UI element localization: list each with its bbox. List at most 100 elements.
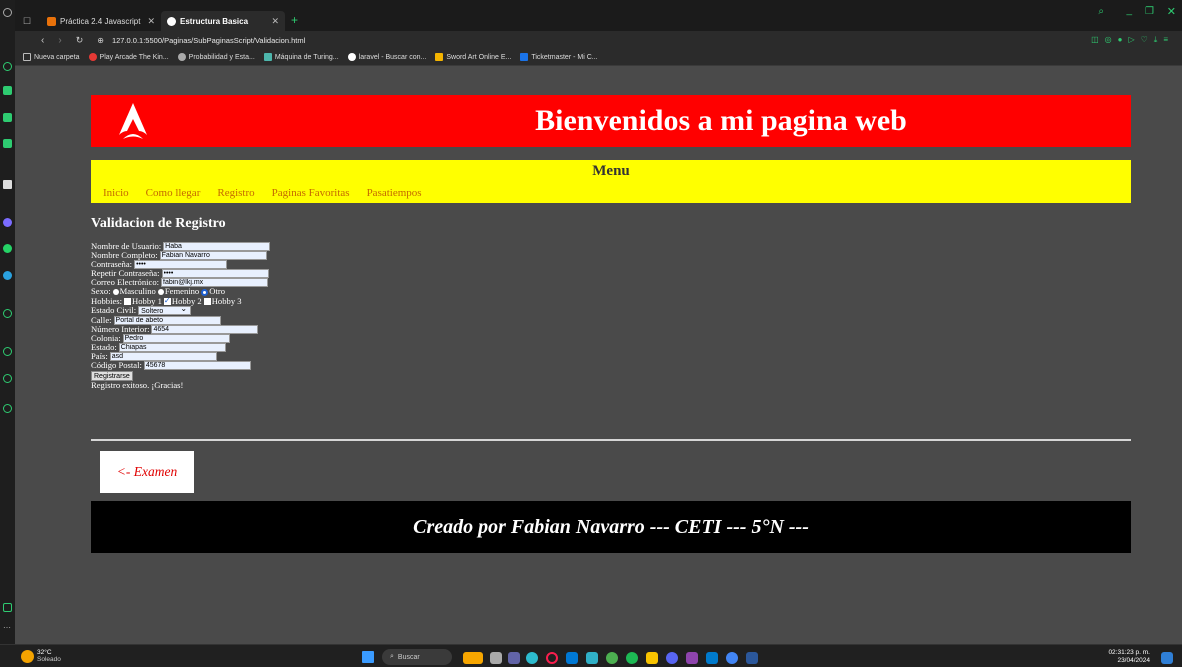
minimize-icon[interactable]: _ [1126, 5, 1132, 16]
bookmark-item[interactable]: Ticketmaster - Mi C... [520, 53, 598, 61]
menu-link-paginas-favoritas[interactable]: Paginas Favoritas [272, 187, 350, 199]
nombre-completo-input[interactable] [159, 251, 267, 261]
xbox-icon[interactable] [606, 652, 618, 664]
player-icon[interactable] [3, 309, 12, 318]
wallet-icon[interactable] [3, 139, 12, 148]
examen-link[interactable]: <- Examen [100, 451, 194, 493]
start-icon[interactable] [362, 651, 374, 663]
opera-gx-icon[interactable] [546, 652, 558, 664]
more-icon[interactable]: ⋯ [3, 623, 11, 632]
weather-widget[interactable]: 32°C Soleado [21, 649, 61, 663]
bookmark-item[interactable]: Máquina de Turing... [263, 53, 339, 61]
menu-link-inicio[interactable]: Inicio [103, 187, 129, 199]
menu-link-pasatiempos[interactable]: Pasatiempos [367, 187, 422, 199]
sun-icon [21, 649, 34, 663]
estado-input[interactable] [118, 342, 226, 352]
close-window-icon[interactable]: ✕ [1167, 5, 1176, 18]
opera-logo-icon[interactable] [3, 8, 12, 17]
spotify-icon[interactable] [626, 652, 638, 664]
page-title: Bienvenidos a mi pagina web [535, 104, 907, 137]
checkbox-hobby-2[interactable] [163, 296, 171, 305]
edge-icon[interactable] [526, 652, 538, 664]
menu-title: Menu [592, 163, 630, 179]
notification-icon[interactable] [1161, 652, 1173, 664]
workspace-icon[interactable] [3, 86, 12, 95]
forward-icon[interactable]: › [58, 35, 61, 46]
vscode-icon[interactable] [706, 652, 718, 664]
colonia-input[interactable] [122, 333, 230, 343]
bookmark-item[interactable]: Sword Art Online E... [435, 53, 511, 61]
clock-time: 02:31:23 p. m. [1108, 649, 1150, 656]
tab-estructura[interactable]: Estructura Basica ✕ [161, 11, 285, 31]
tab-favicon-icon [167, 16, 176, 26]
site-info-icon[interactable]: ⊕ [97, 36, 104, 45]
maximize-icon[interactable]: ❐ [1145, 6, 1154, 17]
bookmark-item[interactable]: Nueva carpeta [23, 53, 80, 61]
new-tab-button[interactable]: + [291, 13, 298, 27]
estado-civil-select[interactable]: Soltero [138, 304, 192, 316]
codigo-postal-input[interactable] [143, 361, 251, 371]
form-row-estado: Estado: [91, 342, 270, 352]
bookmarks-bar: Nueva carpeta Play Arcade The Kin... Pro… [15, 49, 1182, 66]
task-view-icon[interactable] [490, 652, 502, 664]
radio-otro[interactable] [201, 288, 209, 296]
checkbox-hobby-3[interactable] [203, 297, 211, 305]
tab-title: Estructura Basica [180, 16, 249, 26]
web-page: Bienvenidos a mi pagina web Menu Inicio … [15, 66, 1182, 644]
aria-icon[interactable] [3, 62, 12, 71]
form-title: Validacion de Registro [91, 216, 226, 231]
usuario-input[interactable] [163, 242, 271, 252]
discord-icon[interactable] [666, 652, 678, 664]
sidebar-extra-icon[interactable] [3, 603, 12, 612]
page-footer: Creado por Fabian Navarro --- CETI --- 5… [91, 501, 1131, 553]
telegram-icon[interactable] [3, 271, 12, 280]
history-icon[interactable] [3, 347, 12, 356]
registration-form: Nombre de Usuario: Nombre Completo: Cont… [91, 241, 271, 390]
bookmark-item[interactable]: laravel - Buscar con... [347, 53, 426, 61]
bookmark-item[interactable]: Probabilidad y Esta... [177, 53, 255, 61]
widgets-icon[interactable] [463, 652, 483, 664]
bookmark-item[interactable]: Play Arcade The Kin... [88, 53, 169, 61]
toolbar-icons[interactable]: ◫◎●▷♡⤓≡ [1091, 35, 1174, 45]
repetir-contrasena-input[interactable] [161, 269, 269, 279]
weather-temp: 32°C [37, 649, 52, 656]
clock[interactable]: 02:31:23 p. m. 23/04/2024 [1108, 649, 1150, 665]
form-row-cp: Código Postal: [91, 361, 270, 371]
menu-link-registro[interactable]: Registro [217, 187, 254, 199]
radio-femenino[interactable] [157, 289, 164, 296]
back-icon[interactable]: ‹ [41, 35, 44, 46]
app-icon[interactable] [586, 652, 598, 664]
numero-interior-input[interactable] [151, 324, 259, 334]
tab-bar: ☐ Práctica 2.4 Javascript ✕ Estructura B… [15, 0, 1182, 31]
divider [91, 439, 1131, 441]
radio-masculino[interactable] [112, 289, 119, 296]
teams-icon[interactable] [508, 652, 520, 664]
search-box[interactable]: ⌕ Buscar [382, 649, 452, 665]
address-bar: ‹ › ↻ ⊕ 127.0.0.1:5500/Paginas/SubPagina… [15, 31, 1182, 49]
tab-favicon-icon [47, 16, 56, 26]
clock-date: 23/04/2024 [1117, 657, 1150, 664]
menu-link-como-llegar[interactable]: Como llegar [146, 187, 201, 199]
url-input[interactable]: 127.0.0.1:5500/Paginas/SubPaginasScript/… [112, 36, 305, 45]
store-icon[interactable] [566, 652, 578, 664]
checkbox-hobby-1[interactable] [124, 297, 132, 305]
close-tab-icon[interactable]: ✕ [147, 16, 155, 27]
word-icon[interactable] [746, 652, 758, 664]
page-header: Bienvenidos a mi pagina web [91, 95, 1131, 147]
close-tab-icon[interactable]: ✕ [271, 16, 279, 27]
tab-practica[interactable]: Práctica 2.4 Javascript ✕ [41, 11, 161, 31]
file-explorer-icon[interactable] [646, 652, 658, 664]
pinboard-icon[interactable] [3, 374, 12, 383]
reload-icon[interactable]: ↻ [76, 35, 84, 46]
form-row-estado-civil: Estado Civil: Soltero [91, 304, 270, 316]
chat-icon[interactable] [3, 113, 12, 122]
chrome-icon[interactable] [726, 652, 738, 664]
whatsapp-icon[interactable] [3, 244, 12, 253]
tab-island-icon[interactable]: ☐ [23, 11, 37, 31]
arc-icon[interactable] [3, 180, 12, 189]
settings-icon[interactable] [3, 404, 12, 413]
messenger-icon[interactable] [3, 218, 12, 227]
weather-text: Soleado [37, 656, 61, 663]
app2-icon[interactable] [686, 652, 698, 664]
search-tabs-icon[interactable]: ⌕ [1098, 6, 1104, 17]
